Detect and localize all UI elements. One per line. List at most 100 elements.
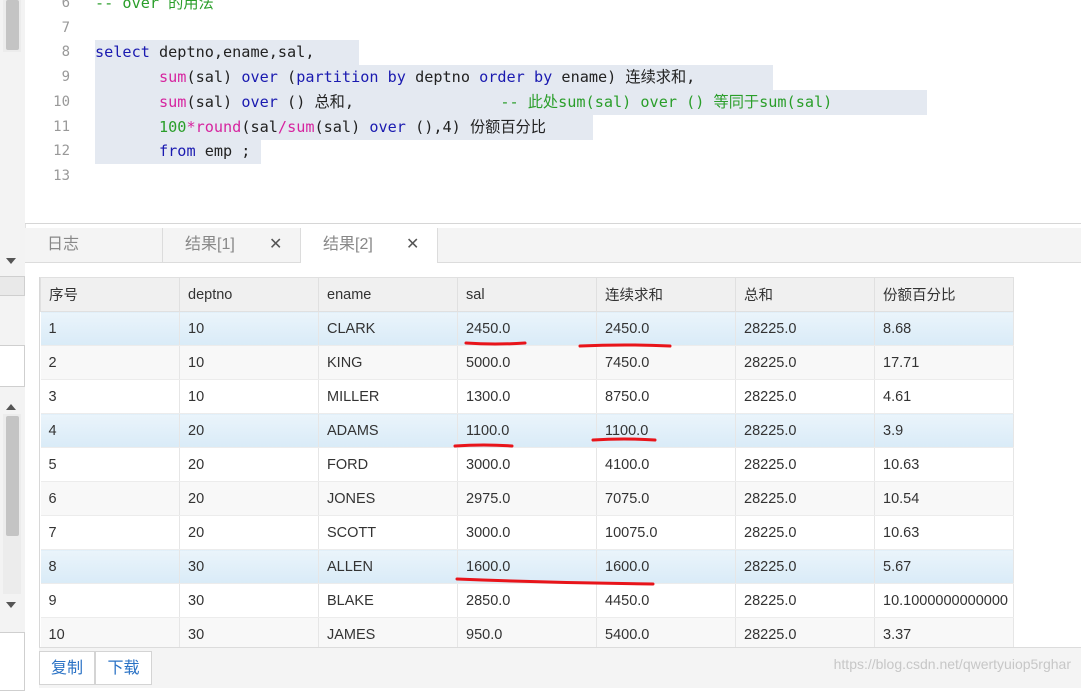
download-button[interactable]: 下载 bbox=[95, 651, 152, 685]
cell-row-number[interactable]: 5 bbox=[40, 447, 180, 482]
cell-sal[interactable]: 2975.0 bbox=[457, 481, 597, 516]
cell-ename[interactable]: KING bbox=[318, 345, 458, 380]
cell-total[interactable]: 28225.0 bbox=[735, 515, 875, 550]
cell-running-total[interactable]: 7075.0 bbox=[596, 481, 736, 516]
cell-deptno[interactable]: 20 bbox=[179, 447, 319, 482]
cell-share-percent[interactable]: 10.54 bbox=[874, 481, 1014, 516]
cell-share-percent[interactable]: 10.63 bbox=[874, 447, 1014, 482]
cell-sal[interactable]: 2850.0 bbox=[457, 583, 597, 618]
cell-total[interactable]: 28225.0 bbox=[735, 413, 875, 448]
col-header-share-percent[interactable]: 份额百分比 bbox=[874, 277, 1014, 312]
cell-deptno[interactable]: 20 bbox=[179, 515, 319, 550]
cell-running-total[interactable]: 4100.0 bbox=[596, 447, 736, 482]
cell-row-number[interactable]: 6 bbox=[40, 481, 180, 516]
tab-result-1[interactable]: 结果[1] ✕ bbox=[163, 228, 301, 262]
table-row[interactable]: 9 30 BLAKE 2850.0 4450.0 28225.0 10.1000000000… bbox=[40, 583, 1014, 618]
cell-row-number[interactable]: 4 bbox=[40, 413, 180, 448]
scroll-up-arrow-icon[interactable] bbox=[6, 404, 16, 410]
code-line[interactable]: sum(sal) over () 总和, -- 此处sum(sal) over … bbox=[95, 89, 927, 115]
cell-row-number[interactable]: 3 bbox=[40, 379, 180, 414]
close-tab-result-2-icon[interactable]: ✕ bbox=[406, 228, 419, 262]
cell-total[interactable]: 28225.0 bbox=[735, 549, 875, 584]
cell-deptno[interactable]: 30 bbox=[179, 549, 319, 584]
cell-deptno[interactable]: 20 bbox=[179, 481, 319, 516]
cell-running-total[interactable]: 2450.0 bbox=[596, 311, 736, 346]
cell-total[interactable]: 28225.0 bbox=[735, 583, 875, 618]
cell-share-percent[interactable]: 10.63 bbox=[874, 515, 1014, 550]
cell-ename[interactable]: FORD bbox=[318, 447, 458, 482]
cell-row-number[interactable]: 10 bbox=[40, 617, 180, 649]
cell-deptno[interactable]: 30 bbox=[179, 583, 319, 618]
tab-log[interactable]: 日志 bbox=[25, 228, 163, 262]
cell-deptno[interactable]: 10 bbox=[179, 345, 319, 380]
cell-row-number[interactable]: 9 bbox=[40, 583, 180, 618]
cell-total[interactable]: 28225.0 bbox=[735, 379, 875, 414]
cell-sal[interactable]: 5000.0 bbox=[457, 345, 597, 380]
cell-deptno[interactable]: 10 bbox=[179, 379, 319, 414]
cell-deptno[interactable]: 30 bbox=[179, 617, 319, 649]
cell-ename[interactable]: BLAKE bbox=[318, 583, 458, 618]
cell-sal[interactable]: 2450.0 bbox=[457, 311, 597, 346]
cell-running-total[interactable]: 1600.0 bbox=[596, 549, 736, 584]
cell-row-number[interactable]: 7 bbox=[40, 515, 180, 550]
table-row[interactable]: 1 10 CLARK 2450.0 2450.0 28225.0 8.68 bbox=[40, 311, 1014, 346]
cell-sal[interactable]: 950.0 bbox=[457, 617, 597, 649]
table-row[interactable]: 3 10 MILLER 1300.0 8750.0 28225.0 4.61 bbox=[40, 379, 1014, 414]
copy-button[interactable]: 复制 bbox=[39, 651, 95, 685]
cell-running-total[interactable]: 1100.0 bbox=[596, 413, 736, 448]
cell-share-percent[interactable]: 3.9 bbox=[874, 413, 1014, 448]
result-scrollbar-thumb[interactable] bbox=[6, 416, 19, 536]
cell-running-total[interactable]: 10075.0 bbox=[596, 515, 736, 550]
close-tab-result-1-icon[interactable]: ✕ bbox=[269, 228, 282, 262]
scroll-down-arrow-icon[interactable] bbox=[6, 602, 16, 608]
table-row[interactable]: 5 20 FORD 3000.0 4100.0 28225.0 10.63 bbox=[40, 447, 1014, 482]
cell-deptno[interactable]: 10 bbox=[179, 311, 319, 346]
table-row[interactable]: 4 20 ADAMS 1100.0 1100.0 28225.0 3.9 bbox=[40, 413, 1014, 448]
cell-ename[interactable]: ALLEN bbox=[318, 549, 458, 584]
editor-scrollbar-thumb[interactable] bbox=[6, 0, 19, 50]
result-grid-viewport[interactable]: 序号 deptno ename sal 连续求和 总和 份额百分比 1 10 CLA… bbox=[39, 277, 1081, 649]
cell-sal[interactable]: 1300.0 bbox=[457, 379, 597, 414]
cell-running-total[interactable]: 7450.0 bbox=[596, 345, 736, 380]
col-header-total[interactable]: 总和 bbox=[735, 277, 875, 312]
code-line[interactable]: 100*round(sal/sum(sal) over (),4) 份额百分比 bbox=[95, 114, 593, 140]
cell-sal[interactable]: 3000.0 bbox=[457, 447, 597, 482]
table-row[interactable]: 6 20 JONES 2975.0 7075.0 28225.0 10.54 bbox=[40, 481, 1014, 516]
table-row[interactable]: 10 30 JAMES 950.0 5400.0 28225.0 3.37 bbox=[40, 617, 1014, 649]
cell-share-percent[interactable]: 4.61 bbox=[874, 379, 1014, 414]
table-row[interactable]: 7 20 SCOTT 3000.0 10075.0 28225.0 10.63 bbox=[40, 515, 1014, 550]
cell-running-total[interactable]: 8750.0 bbox=[596, 379, 736, 414]
code-line[interactable]: from emp ; bbox=[95, 139, 261, 165]
cell-ename[interactable]: JONES bbox=[318, 481, 458, 516]
cell-share-percent[interactable]: 17.71 bbox=[874, 345, 1014, 380]
col-header-sal[interactable]: sal bbox=[457, 277, 597, 312]
col-header-running-total[interactable]: 连续求和 bbox=[596, 277, 736, 312]
code-line[interactable]: sum(sal) over (partition by deptno order… bbox=[95, 65, 773, 91]
cell-share-percent[interactable]: 3.37 bbox=[874, 617, 1014, 649]
col-header-deptno[interactable]: deptno bbox=[179, 277, 319, 312]
table-row[interactable]: 2 10 KING 5000.0 7450.0 28225.0 17.71 bbox=[40, 345, 1014, 380]
cell-ename[interactable]: JAMES bbox=[318, 617, 458, 649]
code-line[interactable]: -- over 的用法 bbox=[95, 0, 214, 16]
cell-total[interactable]: 28225.0 bbox=[735, 481, 875, 516]
sql-editor[interactable]: 6 7 8 9 10 11 12 13 -- over 的用法 select deptno,en… bbox=[25, 0, 1081, 224]
cell-total[interactable]: 28225.0 bbox=[735, 617, 875, 649]
cell-ename[interactable]: MILLER bbox=[318, 379, 458, 414]
cell-ename[interactable]: SCOTT bbox=[318, 515, 458, 550]
cell-ename[interactable]: CLARK bbox=[318, 311, 458, 346]
cell-ename[interactable]: ADAMS bbox=[318, 413, 458, 448]
cell-row-number[interactable]: 1 bbox=[40, 311, 180, 346]
cell-share-percent[interactable]: 5.67 bbox=[874, 549, 1014, 584]
cell-share-percent[interactable]: 10.1000000000000 bbox=[874, 583, 1014, 618]
cell-sal[interactable]: 1100.0 bbox=[457, 413, 597, 448]
cell-row-number[interactable]: 8 bbox=[40, 549, 180, 584]
cell-running-total[interactable]: 5400.0 bbox=[596, 617, 736, 649]
cell-total[interactable]: 28225.0 bbox=[735, 345, 875, 380]
tab-result-2[interactable]: 结果[2] ✕ bbox=[301, 228, 438, 263]
cell-sal[interactable]: 3000.0 bbox=[457, 515, 597, 550]
cell-row-number[interactable]: 2 bbox=[40, 345, 180, 380]
cell-running-total[interactable]: 4450.0 bbox=[596, 583, 736, 618]
col-header-row-number[interactable]: 序号 bbox=[40, 277, 180, 312]
scroll-down-arrow-icon[interactable] bbox=[6, 258, 16, 264]
table-row[interactable]: 8 30 ALLEN 1600.0 1600.0 28225.0 5.67 bbox=[40, 549, 1014, 584]
